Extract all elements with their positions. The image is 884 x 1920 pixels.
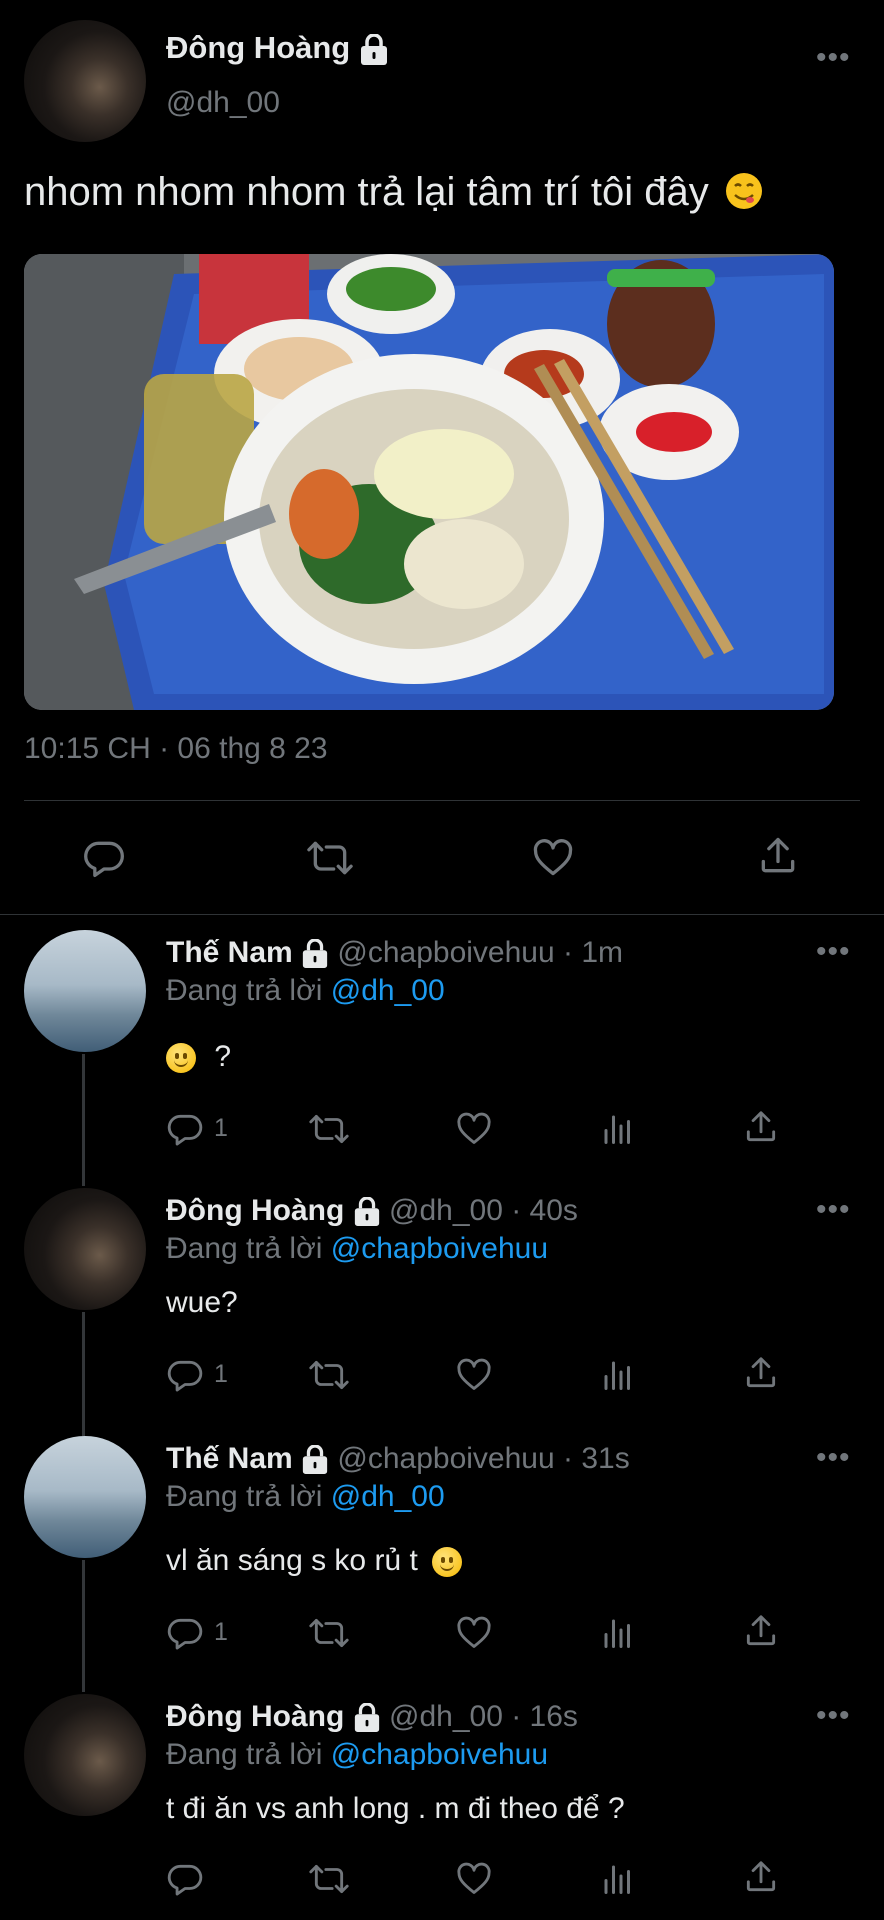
handle-time[interactable]: @dh_00 · 16s (389, 1700, 578, 1733)
like-icon[interactable] (530, 836, 576, 880)
tweet-text: nhom nhom nhom trả lại tâm trí tôi đây (24, 170, 764, 215)
more-options-icon[interactable]: ••• (816, 937, 851, 967)
author-name[interactable]: Đông Hoàng (166, 1194, 344, 1227)
lock-icon (360, 33, 387, 65)
replying-to: Đang trả lời @chapboivehuu (166, 1738, 549, 1771)
mention-link[interactable]: @chapboivehuu (331, 1232, 548, 1265)
share-icon[interactable] (742, 1108, 780, 1146)
like-icon[interactable] (454, 1110, 494, 1148)
slight-smile-emoji (166, 1043, 196, 1074)
retweet-icon[interactable] (308, 1110, 350, 1148)
reply-count: 1 (214, 1114, 228, 1142)
more-options-icon[interactable]: ••• (816, 43, 851, 73)
more-options-icon[interactable]: ••• (816, 1701, 851, 1731)
replying-to: Đang trả lời @dh_00 (166, 974, 445, 1007)
avatar[interactable] (24, 1436, 146, 1558)
lock-icon (354, 1703, 379, 1733)
reply-icon[interactable] (166, 1860, 204, 1898)
reply-header: Đông Hoàng @dh_00 · 40s (166, 1194, 578, 1228)
reply-header: Đông Hoàng @dh_00 · 16s (166, 1700, 578, 1734)
author-name[interactable]: Đông Hoàng (166, 30, 389, 66)
more-options-icon[interactable]: ••• (816, 1443, 851, 1473)
mention-link[interactable]: @dh_00 (331, 974, 445, 1007)
thread-line (82, 1312, 85, 1436)
tweet-photo[interactable] (24, 254, 834, 710)
reply-count: 1 (214, 1360, 228, 1388)
yum-face-emoji (725, 173, 762, 209)
reply-count: 1 (214, 1618, 228, 1646)
food-photo-image (24, 254, 834, 710)
like-icon[interactable] (454, 1356, 494, 1394)
handle[interactable]: @dh_00 (166, 86, 280, 120)
share-icon[interactable] (742, 1612, 780, 1650)
views-icon[interactable] (600, 1860, 636, 1898)
share-icon[interactable] (756, 834, 800, 878)
replying-to: Đang trả lời @chapboivehuu (166, 1232, 549, 1265)
share-icon[interactable] (742, 1354, 780, 1392)
reply-icon[interactable] (166, 1356, 204, 1394)
retweet-icon[interactable] (306, 836, 354, 880)
reply-text: vl ăn sáng s ko rủ t (166, 1544, 463, 1578)
handle-time[interactable]: @chapboivehuu · 1m (337, 936, 623, 969)
like-icon[interactable] (454, 1614, 494, 1652)
thread-line (82, 1560, 85, 1692)
author-name[interactable]: Thế Nam (166, 936, 293, 969)
reply-icon[interactable] (82, 836, 126, 880)
reply-icon[interactable] (166, 1110, 204, 1148)
handle-time[interactable]: @dh_00 · 40s (389, 1194, 578, 1227)
reply-icon[interactable] (166, 1614, 204, 1652)
reply-text: t đi ăn vs anh long . m đi theo để ? (166, 1792, 625, 1825)
handle-time[interactable]: @chapboivehuu · 31s (337, 1442, 629, 1475)
retweet-icon[interactable] (308, 1614, 350, 1652)
share-icon[interactable] (742, 1858, 780, 1896)
avatar[interactable] (24, 930, 146, 1052)
reply-text: ? (166, 1040, 231, 1074)
lock-icon (302, 1445, 328, 1475)
reply-header: Thế Nam @chapboivehuu · 31s (166, 1442, 630, 1476)
author-name[interactable]: Đông Hoàng (166, 1700, 344, 1733)
mention-link[interactable]: @dh_00 (331, 1480, 445, 1513)
avatar[interactable] (24, 1694, 146, 1816)
divider (0, 914, 884, 915)
retweet-icon[interactable] (308, 1356, 350, 1394)
views-icon[interactable] (600, 1110, 636, 1148)
reply-header: Thế Nam @chapboivehuu · 1m (166, 936, 623, 970)
views-icon[interactable] (600, 1356, 636, 1394)
avatar[interactable] (24, 20, 146, 142)
avatar[interactable] (24, 1188, 146, 1310)
retweet-icon[interactable] (308, 1860, 350, 1898)
lock-icon (354, 1197, 379, 1227)
lock-icon (302, 939, 328, 969)
more-options-icon[interactable]: ••• (816, 1195, 851, 1225)
views-icon[interactable] (600, 1614, 636, 1652)
author-name[interactable]: Thế Nam (166, 1442, 293, 1475)
replying-to: Đang trả lời @dh_00 (166, 1480, 445, 1513)
thread-line (82, 1054, 85, 1186)
mention-link[interactable]: @chapboivehuu (331, 1738, 548, 1771)
slight-smile-emoji (432, 1547, 463, 1578)
reply-text: wue? (166, 1286, 238, 1319)
divider (24, 800, 860, 801)
like-icon[interactable] (454, 1860, 494, 1898)
tweet-timestamp[interactable]: 10:15 CH · 06 thg 8 23 (24, 732, 328, 766)
